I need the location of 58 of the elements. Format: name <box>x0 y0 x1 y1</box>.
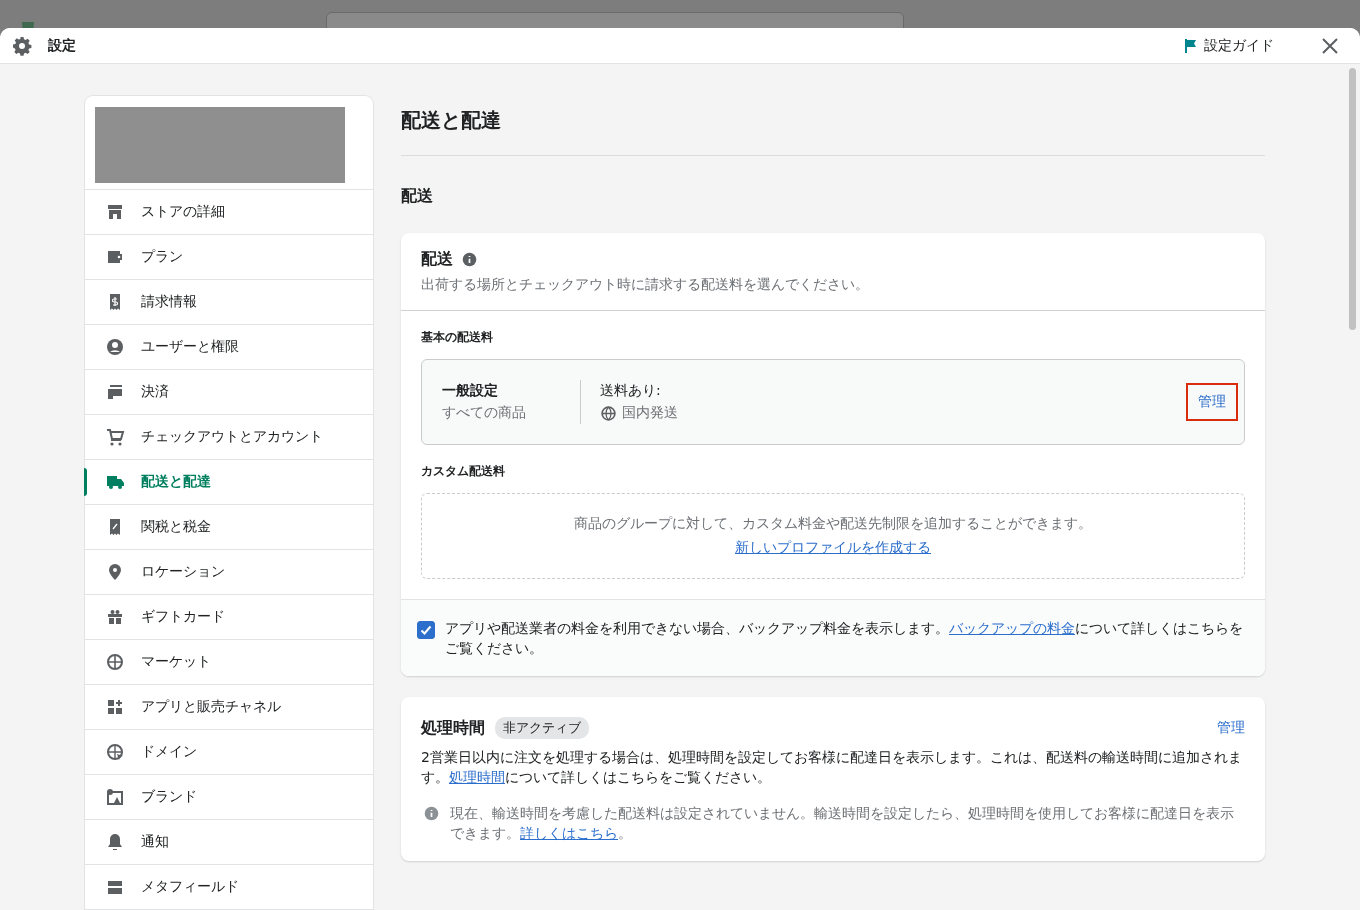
backup-rates-text: アプリや配送業者の料金を利用できない場合、バックアップ料金を表示します。バックアップの料金について詳しくはこちらをご覧ください。 <box>445 619 1244 658</box>
settings-icon <box>12 35 32 56</box>
user-icon <box>105 337 125 357</box>
image-icon <box>105 787 125 807</box>
setup-guide-button[interactable]: 設定ガイド <box>1178 32 1278 59</box>
sidebar-item[interactable]: 関税と税金 <box>85 505 373 550</box>
sidebar-item[interactable]: アプリと販売チャネル <box>85 685 373 730</box>
manage-link[interactable]: 管理 <box>1217 719 1245 737</box>
store-icon <box>105 202 125 222</box>
profile-name: 一般設定 <box>442 382 499 400</box>
sidebar-item[interactable]: メタフィールド <box>85 865 373 910</box>
close-icon[interactable] <box>1320 35 1340 56</box>
zone-name: 国内発送 <box>622 404 678 422</box>
sidebar-item[interactable]: ブランド <box>85 775 373 820</box>
learn-more-link[interactable]: 詳しくはこちら <box>520 825 618 841</box>
cart-icon <box>105 427 125 447</box>
scrollbar[interactable] <box>1349 68 1356 330</box>
sidebar-item[interactable]: ストアの詳細 <box>85 190 373 235</box>
info-icon <box>461 251 478 268</box>
profile-scope: すべての商品 <box>442 404 527 422</box>
window-title: 設定 <box>48 36 76 55</box>
processing-time-link[interactable]: 処理時間 <box>449 769 505 785</box>
sidebar-item[interactable]: ドメイン <box>85 730 373 775</box>
gift-icon <box>105 607 125 627</box>
checkbox[interactable] <box>417 621 435 639</box>
subsection-heading: カスタム配送料 <box>421 463 506 480</box>
processing-description: 2営業日以内に注文を処理する場合は、処理時間を設定してお客様に配達日を表示します。これは、配送料の輸送時間に追加されます。処理時間について詳しくはこちらをご覧ください。 <box>421 748 1243 787</box>
apps-icon <box>105 697 125 717</box>
card-title: 配送 <box>421 249 453 270</box>
sidebar-item[interactable]: ロケーション <box>85 550 373 595</box>
globe-cursor-icon <box>105 742 125 762</box>
sidebar-item[interactable]: 決済 <box>85 370 373 415</box>
sidebar-item[interactable]: ユーザーと権限 <box>85 325 373 370</box>
card-title: 処理時間 <box>421 717 485 739</box>
status-badge: 非アクティブ <box>495 717 589 739</box>
sidebar-item[interactable]: ギフトカード <box>85 595 373 640</box>
sidebar-item[interactable]: チェックアウトとアカウント <box>85 415 373 460</box>
bell-icon <box>105 832 125 852</box>
custom-rates-text: 商品のグループに対して、カスタム料金や配送先制限を追加することができます。 <box>574 515 1092 533</box>
subsection-heading: 基本の配送料 <box>421 329 494 346</box>
flag-icon <box>1182 37 1198 54</box>
card-description: 出荷する場所とチェックアウト時に請求する配送料を選んでください。 <box>421 276 870 294</box>
create-profile-link[interactable]: 新しいプロファイルを作成する <box>735 539 931 557</box>
sidebar-item[interactable]: マーケット <box>85 640 373 685</box>
info-icon <box>423 805 440 822</box>
section-title: 配送 <box>401 186 434 207</box>
manage-link[interactable]: 管理 <box>1186 383 1238 421</box>
rates-label: 送料あり: <box>600 382 662 400</box>
info-note: 現在、輸送時間を考慮した配送料は設定されていません。輸送時間を設定したら、処理時間を使用してお客様に配達日を表示できます。詳しくはこちら。 <box>450 804 1235 843</box>
sidebar-item[interactable]: 配送と配達 <box>85 460 373 505</box>
backup-rates-link[interactable]: バックアップの料金 <box>949 620 1075 636</box>
globe-icon <box>600 404 617 422</box>
card-icon <box>105 382 125 402</box>
sidebar-item[interactable]: 通知 <box>85 820 373 865</box>
globe-icon <box>105 652 125 672</box>
sidebar-item[interactable]: プラン <box>85 235 373 280</box>
sidebar-item[interactable]: 請求情報 <box>85 280 373 325</box>
page-title: 配送と配達 <box>401 107 502 134</box>
